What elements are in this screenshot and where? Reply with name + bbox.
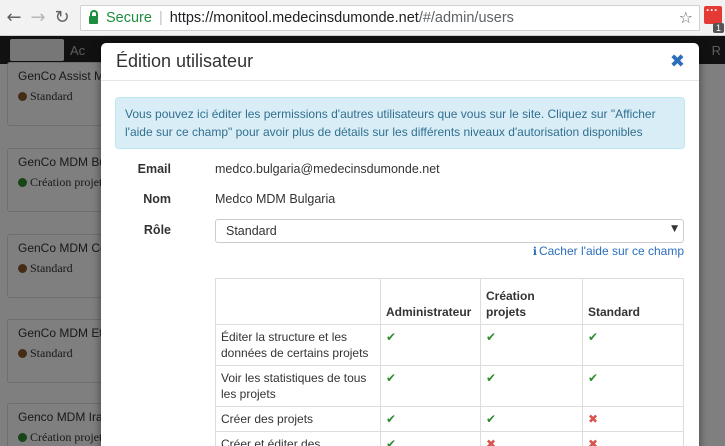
feature-cell: Voir les statistiques de tous les projet… <box>215 365 381 407</box>
table-header-row: Administrateur Création projets Standard <box>215 278 684 325</box>
check-icon: ✔ <box>386 412 397 426</box>
back-arrow-icon[interactable]: ← <box>2 6 26 30</box>
name-label: Nom <box>143 192 171 206</box>
perm-cell: ✔ <box>480 365 583 407</box>
toggle-help-link[interactable]: ℹ Cacher l'aide sur ce champ <box>533 244 684 258</box>
perm-cell: ✔ <box>582 324 684 366</box>
permissions-table: Administrateur Création projets Standard… <box>215 278 684 446</box>
lock-icon <box>89 9 98 24</box>
forward-arrow-icon[interactable]: → <box>26 6 50 30</box>
check-icon: ✔ <box>386 330 397 344</box>
modal-title: Édition utilisateur <box>116 51 254 71</box>
cross-icon: ✖ <box>486 437 497 446</box>
table-header: Création projets <box>480 278 583 325</box>
cross-icon: ✖ <box>588 437 599 446</box>
feature-cell: Créer et éditer des <box>215 431 381 446</box>
table-row: Voir les statistiques de tous les projet… <box>215 365 684 407</box>
info-alert: Vous pouvez ici éditer les permissions d… <box>115 97 685 149</box>
bookmark-star-icon[interactable]: ☆ <box>679 8 693 27</box>
email-label: Email <box>137 162 171 176</box>
perm-cell: ✔ <box>480 406 583 432</box>
extension-badge: 1 <box>712 23 724 33</box>
role-select-value: Standard <box>226 224 277 238</box>
table-header: Standard <box>582 278 684 325</box>
table-row: Créer des projets ✔ ✔ ✖ <box>215 406 684 432</box>
perm-cell: ✖ <box>582 406 684 432</box>
perm-cell: ✖ <box>582 431 684 446</box>
browser-toolbar: ← → ↻ Secure | https://monitool.medecins… <box>0 0 725 36</box>
role-select[interactable]: Standard ▼ <box>215 219 684 243</box>
address-bar[interactable]: Secure | https://monitool.medecinsdumond… <box>80 4 700 31</box>
address-separator: | <box>158 9 163 26</box>
name-value: Medco MDM Bulgaria <box>215 192 336 206</box>
perm-cell: ✔ <box>582 365 684 407</box>
table-header <box>215 278 381 325</box>
info-icon: ℹ <box>532 245 537 258</box>
edit-user-modal: Édition utilisateur ✖ Vous pouvez ici éd… <box>101 43 699 446</box>
email-value: medco.bulgaria@medecinsdumonde.net <box>215 162 440 176</box>
perm-cell: ✔ <box>480 324 583 366</box>
perm-cell: ✔ <box>380 324 481 366</box>
check-icon: ✔ <box>486 412 497 426</box>
secure-label: Secure <box>106 9 152 26</box>
check-icon: ✔ <box>386 371 397 385</box>
reload-icon[interactable]: ↻ <box>50 6 74 30</box>
table-row: Éditer la structure et les données de ce… <box>215 324 684 366</box>
url-host: https://monitool.medecinsdumonde.net <box>169 9 419 26</box>
perm-cell: ✖ <box>480 431 583 446</box>
check-icon: ✔ <box>588 330 599 344</box>
feature-cell: Créer des projets <box>215 406 381 432</box>
close-icon[interactable]: ✖ <box>670 51 685 72</box>
table-header: Administrateur <box>380 278 481 325</box>
table-row: Créer et éditer des ✔ ✖ ✖ <box>215 431 684 446</box>
perm-cell: ✔ <box>380 365 481 407</box>
cross-icon: ✖ <box>588 412 599 426</box>
url-path: /#/admin/users <box>418 9 514 26</box>
role-label: Rôle <box>143 223 171 237</box>
check-icon: ✔ <box>486 330 497 344</box>
check-icon: ✔ <box>588 371 599 385</box>
perm-cell: ✔ <box>380 406 481 432</box>
extension-icon[interactable]: 1 <box>704 3 724 33</box>
chevron-down-icon: ▼ <box>671 224 678 234</box>
perm-cell: ✔ <box>380 431 481 446</box>
check-icon: ✔ <box>486 371 497 385</box>
modal-header: Édition utilisateur ✖ <box>101 43 699 81</box>
check-icon: ✔ <box>386 437 397 446</box>
feature-cell: Éditer la structure et les données de ce… <box>215 324 381 366</box>
